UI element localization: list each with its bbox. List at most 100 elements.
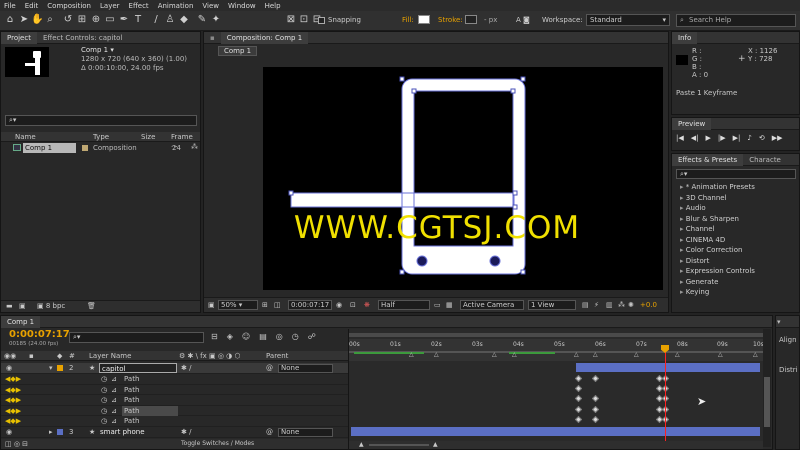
transparency-grid-icon[interactable]: ▦: [446, 301, 453, 309]
time-navigator[interactable]: [349, 333, 763, 337]
menu-composition[interactable]: Composition: [47, 2, 91, 10]
tab-info[interactable]: Info: [672, 31, 698, 44]
puppet-tool-icon[interactable]: ✦: [210, 14, 222, 26]
effects-item-channel[interactable]: Channel: [672, 224, 799, 235]
workspace-dropdown[interactable]: Standard ▾: [586, 14, 670, 26]
timeline-scrollbar[interactable]: [763, 329, 771, 447]
effects-item-expression-controls[interactable]: Expression Controls: [672, 266, 799, 277]
keyframe-navigator-icon[interactable]: ◀◆▶: [5, 395, 21, 406]
play-icon[interactable]: ▶: [706, 134, 711, 142]
last-frame-icon[interactable]: ▶|: [733, 134, 741, 142]
zoom-slider[interactable]: [369, 444, 429, 446]
audio-icon[interactable]: ♪: [747, 134, 751, 142]
toggle-pixel-aspect-icon[interactable]: ▤: [582, 301, 589, 309]
effects-item-blur-sharpen[interactable]: Blur & Sharpen: [672, 214, 799, 225]
effects-item-keying[interactable]: Keying: [672, 287, 799, 298]
frame-blending-icon[interactable]: ▤: [259, 332, 267, 341]
composition-mini-flowchart-icon[interactable]: ⊟: [211, 332, 218, 341]
keyframe[interactable]: [574, 374, 583, 383]
layer-row-smart-phone[interactable]: ◉ ▸ 3 ★ smart phone ✱ / @ None: [1, 427, 348, 438]
timeline-footer-icons[interactable]: ◫ ◎ ⊟: [5, 440, 28, 448]
parent-pick-whip-icon[interactable]: @: [266, 363, 273, 374]
keyframe[interactable]: [591, 405, 600, 414]
col-parent[interactable]: Parent: [266, 352, 288, 360]
camera-dropdown[interactable]: Active Camera: [460, 300, 524, 310]
trash-icon[interactable]: 🗑: [87, 302, 96, 310]
tab-effects-presets[interactable]: Effects & Presets: [672, 153, 744, 166]
text-tool-icon[interactable]: T: [132, 14, 144, 26]
effects-item-generate[interactable]: Generate: [672, 277, 799, 288]
graph-editor-icon[interactable]: ◷: [292, 332, 299, 341]
col-type[interactable]: Type: [93, 133, 109, 141]
keyframe[interactable]: [574, 384, 583, 393]
tab-timeline-comp[interactable]: Comp 1: [1, 315, 41, 328]
effects-item-3d-channel[interactable]: 3D Channel: [672, 193, 799, 204]
zoom-tool-icon[interactable]: ⌕: [44, 14, 56, 26]
stroke-width[interactable]: - px: [484, 16, 497, 24]
path-row[interactable]: ◀◆▶ ◷ ⊿ Path: [1, 405, 348, 416]
marker-icon[interactable]: △: [492, 351, 497, 358]
parent-dropdown[interactable]: None: [278, 364, 333, 373]
stopwatch-icon[interactable]: ◷: [101, 416, 107, 427]
keyframe[interactable]: [591, 415, 600, 424]
parent-pick-whip-icon[interactable]: @: [266, 427, 273, 438]
stopwatch-icon[interactable]: ◷: [101, 395, 107, 406]
flowchart-icon[interactable]: ⁂: [191, 143, 198, 151]
text-a-icon[interactable]: A ◙: [516, 16, 530, 24]
always-preview-icon[interactable]: ▣: [208, 301, 215, 309]
marker-icon[interactable]: △: [753, 351, 758, 358]
timeline-tracks[interactable]: 00s 01s 02s 03s 04s 05s 06s 07s 08s 09s …: [348, 329, 772, 449]
path-row[interactable]: ◀◆▶ ◷ ⊿ Path: [1, 395, 348, 406]
time-ruler[interactable]: 00s 01s 02s 03s 04s 05s 06s 07s 08s 09s …: [349, 339, 764, 361]
expand-triangle-icon[interactable]: ▸: [49, 427, 53, 438]
axis-icon[interactable]: ⊠: [285, 14, 297, 26]
eye-icon[interactable]: ◉: [6, 427, 12, 438]
first-frame-icon[interactable]: |◀: [676, 134, 684, 142]
menu-edit[interactable]: Edit: [25, 2, 39, 10]
distribute-label[interactable]: Distri: [779, 366, 798, 374]
keyframe[interactable]: [591, 374, 600, 383]
stroke-swatch[interactable]: [465, 15, 477, 24]
label-color-swatch[interactable]: [57, 429, 63, 435]
marker-icon[interactable]: △: [593, 351, 598, 358]
motion-blur-icon[interactable]: ◎: [276, 332, 283, 341]
pen-tool-icon[interactable]: ✒: [118, 14, 130, 26]
keyframe[interactable]: [574, 394, 583, 403]
keyframe[interactable]: [574, 405, 583, 414]
layer-name[interactable]: capitol: [99, 363, 177, 373]
eye-icon[interactable]: ◉: [6, 363, 12, 374]
menu-view[interactable]: View: [202, 2, 219, 10]
bpc-toggle[interactable]: ▣ 8 bpc: [37, 302, 71, 310]
home-icon[interactable]: ⌂: [4, 14, 16, 26]
mask-visibility-icon[interactable]: ◫: [274, 301, 281, 309]
roto-brush-tool-icon[interactable]: ✎: [196, 14, 208, 26]
eraser-tool-icon[interactable]: ◆: [178, 14, 190, 26]
draft-3d-icon[interactable]: ◈: [227, 332, 233, 341]
playhead[interactable]: [665, 349, 666, 449]
tab-effect-controls[interactable]: Effect Controls: capitol: [37, 32, 128, 44]
marker-icon[interactable]: △: [409, 351, 414, 358]
exposure-icon[interactable]: ✺: [628, 301, 634, 309]
menu-window[interactable]: Window: [228, 2, 256, 10]
path-row[interactable]: ◀◆▶ ◷ ⊿ Path: [1, 385, 348, 395]
fill-swatch[interactable]: [418, 15, 430, 24]
scrollbar-thumb[interactable]: [764, 377, 770, 427]
col-name[interactable]: Name: [15, 133, 36, 141]
pan-behind-tool-icon[interactable]: ⊕: [90, 14, 102, 26]
grid-icon[interactable]: ⊞: [262, 301, 268, 309]
tab-align-menu[interactable]: ▾: [776, 316, 782, 328]
effects-item-cinema-4d[interactable]: CINEMA 4D: [672, 235, 799, 246]
zoom-out-icon[interactable]: ▲: [359, 441, 364, 448]
loop-icon[interactable]: ⟲: [759, 134, 765, 142]
menu-effect[interactable]: Effect: [129, 2, 149, 10]
project-search-input[interactable]: ⌕▾: [5, 115, 197, 126]
marker-icon[interactable]: △: [434, 351, 439, 358]
project-item-row[interactable]: Comp 1 Composition 24 ⁂: [1, 143, 200, 153]
snapping-checkbox[interactable]: [318, 17, 325, 24]
shy-icon[interactable]: ☺: [242, 332, 250, 341]
camera-tool-icon[interactable]: ⊞: [76, 14, 88, 26]
fast-previews-icon[interactable]: ⚡: [594, 301, 599, 309]
brainstorm-icon[interactable]: ☍: [308, 332, 316, 341]
keyframe-navigator-icon[interactable]: ◀◆▶: [5, 374, 21, 385]
snapshot-icon[interactable]: ◉: [336, 301, 342, 309]
